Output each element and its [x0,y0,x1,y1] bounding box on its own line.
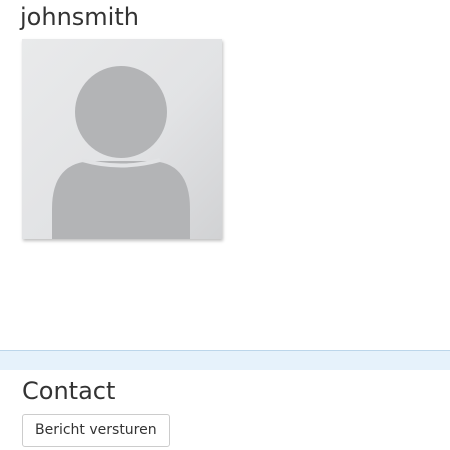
section-divider [0,350,450,370]
send-message-button[interactable]: Bericht versturen [22,414,170,447]
profile-avatar [22,39,222,239]
profile-page: johnsmith Contact Bericht versturen [0,0,450,450]
contact-section-title: Contact [22,377,116,405]
profile-username: johnsmith [20,3,139,31]
default-user-avatar-icon [52,66,190,239]
